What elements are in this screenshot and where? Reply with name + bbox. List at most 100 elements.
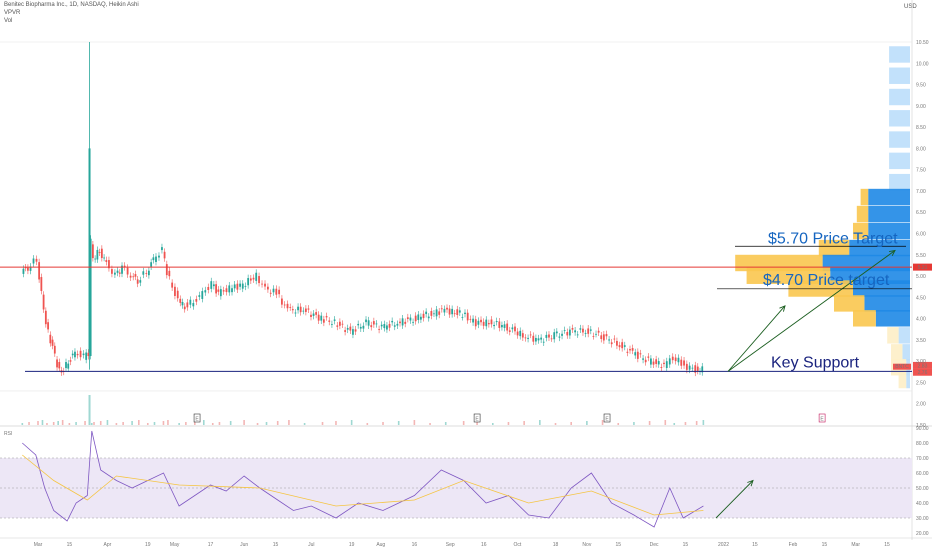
- candle-body: [27, 267, 29, 271]
- candle-body: [391, 320, 394, 323]
- candle-body: [417, 314, 420, 320]
- volume-bar: [46, 423, 48, 425]
- candle-body: [399, 321, 401, 324]
- time-tick-label: 15: [822, 542, 828, 548]
- volume-bar: [397, 421, 400, 425]
- candle-body: [443, 308, 446, 313]
- candle-body: [320, 315, 323, 321]
- candle-body: [448, 308, 451, 315]
- time-tick-label: 15: [884, 542, 890, 548]
- candle-body: [354, 329, 357, 332]
- candle-body: [261, 283, 263, 285]
- candle-body: [289, 307, 292, 308]
- candle-body: [493, 324, 495, 327]
- candle-body: [532, 335, 535, 342]
- candle-body: [352, 329, 354, 335]
- candle-body: [406, 317, 409, 319]
- candle-body: [566, 331, 569, 336]
- volume-bar: [617, 423, 620, 425]
- candle-body: [283, 304, 286, 306]
- candle-body: [176, 290, 179, 299]
- candle-body: [98, 252, 101, 253]
- candle-body: [126, 267, 129, 275]
- candle-body: [508, 330, 511, 332]
- candle-body: [217, 289, 220, 292]
- rsi-band: RSI: [0, 431, 912, 519]
- volume-bar: [366, 423, 369, 425]
- candle-body: [297, 306, 299, 311]
- volume-bar: [265, 422, 268, 425]
- candle-body: [331, 324, 333, 325]
- price-tick-label: 10.00: [916, 61, 929, 67]
- price-chart[interactable]: RSI 5.212.832.76BNTC EEEE 10.5010.009.50…: [0, 0, 932, 550]
- candle-body: [568, 329, 571, 336]
- candle-body: [671, 356, 674, 361]
- candle-body: [328, 320, 331, 322]
- candle-body: [367, 320, 370, 326]
- time-tick-label: Dec: [650, 542, 659, 548]
- rsi-tick-label: 60.00: [916, 471, 929, 477]
- candle-body: [236, 283, 239, 290]
- price-tick-label: 5.50: [916, 253, 926, 259]
- volume-bar: [413, 420, 416, 425]
- volume-profile-down-bar: [860, 188, 869, 206]
- candle-body: [555, 331, 558, 334]
- candle-body: [71, 353, 74, 356]
- candle-body: [35, 258, 38, 262]
- volume-bar: [256, 423, 259, 425]
- rsi-title: RSI: [4, 431, 12, 437]
- candle-body: [477, 320, 480, 325]
- candle-body: [631, 348, 634, 351]
- candle-body: [183, 306, 186, 310]
- candle-body: [514, 326, 516, 332]
- volume-bar: [335, 421, 337, 425]
- candle-body: [286, 303, 289, 309]
- candle-body: [396, 323, 399, 326]
- volume-profile-up-bar: [898, 327, 910, 344]
- volume-bar: [664, 420, 667, 425]
- candle-body: [430, 310, 433, 316]
- volume-bar: [554, 423, 557, 425]
- volume-profile-up-bar: [889, 46, 910, 63]
- candle-body: [623, 345, 626, 347]
- candle-body: [458, 310, 461, 313]
- spike-volume-bar: [88, 395, 91, 425]
- price-tick-label: 4.00: [916, 317, 926, 323]
- volume-bar: [243, 420, 245, 425]
- candle-body: [375, 323, 378, 325]
- candle-body: [574, 330, 577, 333]
- candle-body: [82, 353, 85, 356]
- candle-body: [600, 335, 603, 340]
- time-tick-label: Jun: [240, 542, 248, 548]
- price-tick-label: 6.00: [916, 232, 926, 238]
- volume-bar: [28, 422, 30, 425]
- candle-body: [579, 328, 582, 330]
- candle-body: [304, 308, 307, 312]
- candle-body: [550, 338, 553, 340]
- time-tick-label: 2022: [718, 542, 729, 548]
- volume-profile-up-bar: [889, 131, 910, 148]
- volume-bar: [539, 420, 541, 425]
- resistance-price-label: 5.21: [918, 265, 928, 271]
- time-tick-label: 15: [752, 542, 758, 548]
- candle-body: [521, 333, 524, 338]
- candle-body: [440, 308, 443, 310]
- time-tick-label: Aug: [376, 542, 385, 548]
- candle-body: [365, 319, 367, 323]
- volume-bar: [68, 423, 71, 425]
- candle-body: [275, 288, 278, 295]
- volume-bar: [167, 420, 169, 425]
- time-tick-label: 17: [208, 542, 214, 548]
- candle-body: [438, 311, 441, 315]
- volume-bar: [303, 423, 306, 425]
- candle-body: [696, 366, 699, 371]
- candle-body: [179, 298, 182, 303]
- price-tick-label: 10.50: [916, 40, 929, 46]
- candle-body: [252, 277, 255, 280]
- volume-bar: [162, 421, 165, 425]
- candle-body: [272, 288, 275, 293]
- candle-body: [597, 330, 600, 333]
- time-tick-label: 16: [412, 542, 418, 548]
- key-support-label: Key Support: [771, 354, 860, 371]
- candle-body: [158, 255, 160, 258]
